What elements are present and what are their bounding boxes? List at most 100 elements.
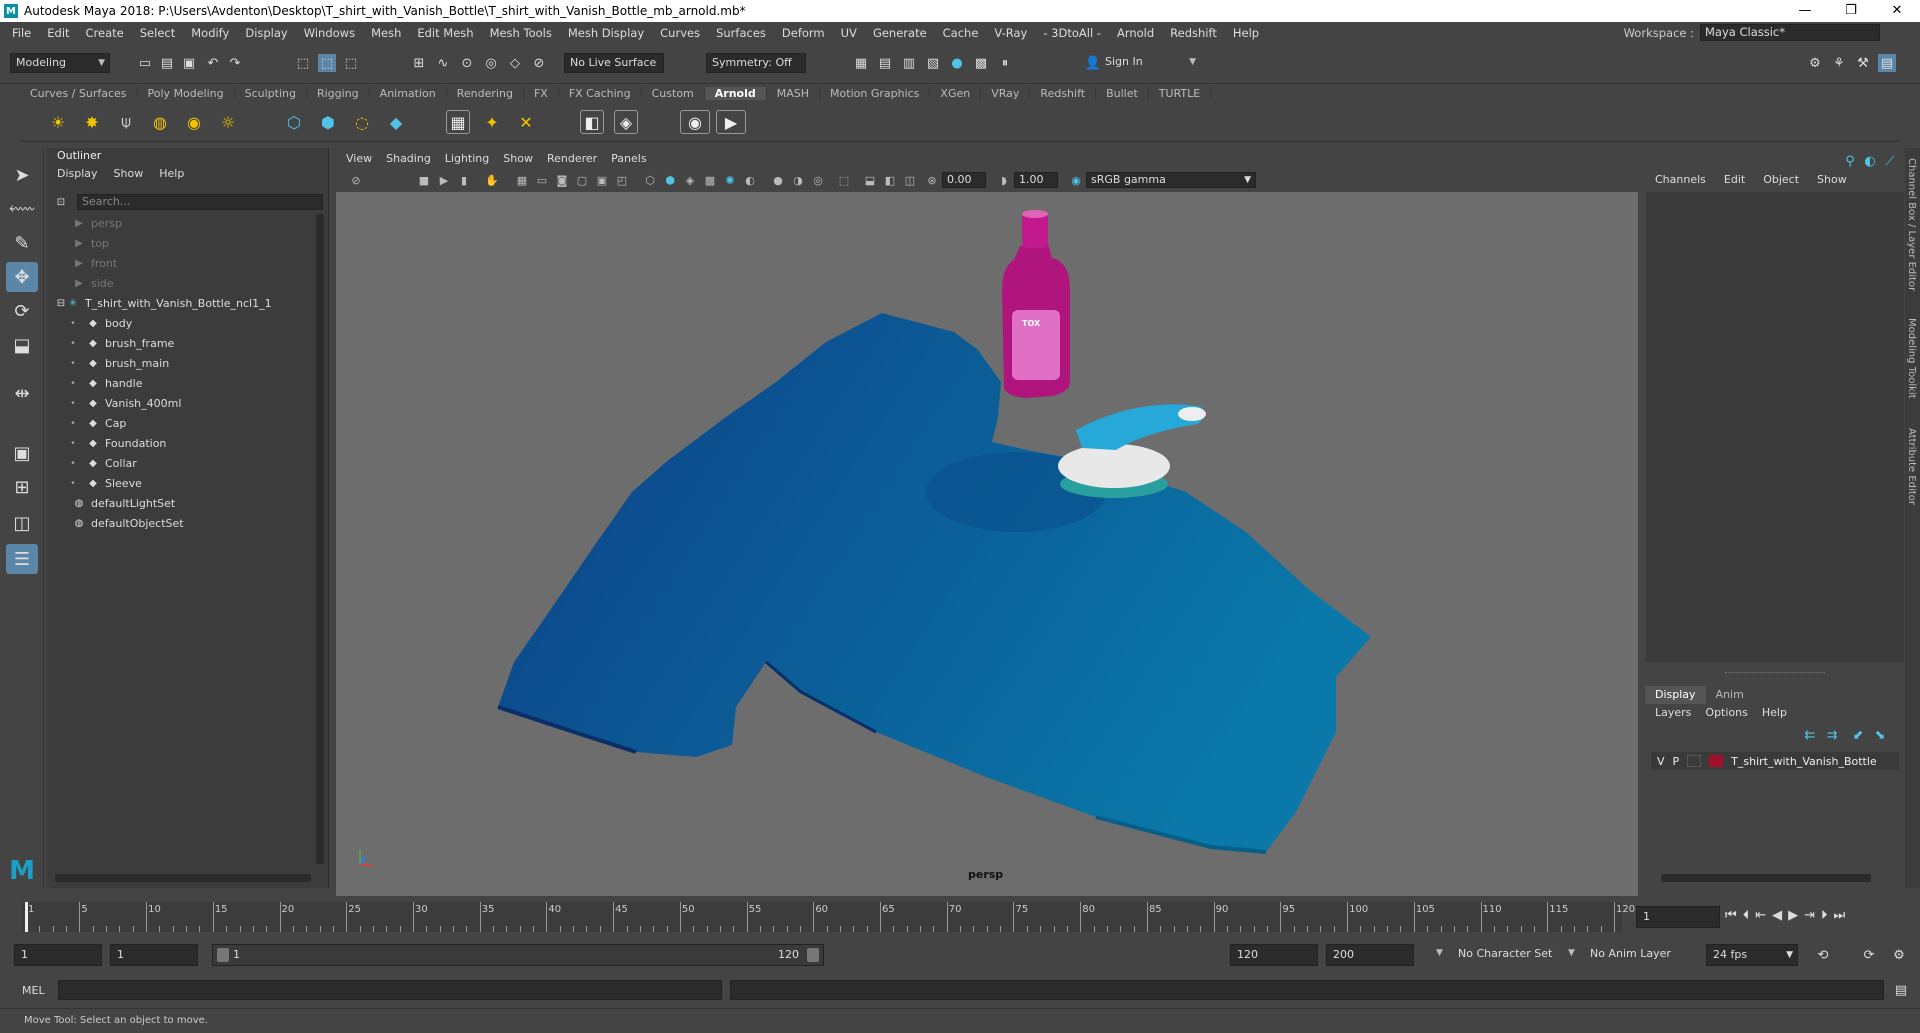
outliner-menu-help[interactable]: Help [159,167,184,180]
flush-cache-icon[interactable]: ✕ [514,110,538,134]
volume-icon[interactable]: ◆ [384,110,408,134]
menu-help[interactable]: Help [1225,26,1267,40]
mel-input[interactable] [58,980,722,1000]
shelf-tab-animation[interactable]: Animation [370,86,447,100]
mode-dropdown[interactable]: Modeling ▼ [10,53,110,73]
menu-mesh-tools[interactable]: Mesh Tools [482,26,560,40]
scale-tool-icon[interactable]: ⬓ [6,330,38,360]
last-tool-icon[interactable]: ⇹ [6,378,38,408]
move-tool-icon[interactable]: ✥ [6,262,38,292]
play-backwards-icon[interactable]: ◀ [1772,908,1782,923]
outliner-menu-display[interactable]: Display [57,167,98,180]
viewport-menu-show[interactable]: Show [503,152,533,168]
outliner-item[interactable]: • ◆ Foundation [53,434,313,454]
step-forward-frame-icon[interactable]: ⏵ [1821,908,1828,923]
render-view-icon[interactable]: ▦ [852,54,870,72]
menu-display[interactable]: Display [237,26,295,40]
bookmarks-icon[interactable]: ▶ [436,172,452,188]
menu-arnold[interactable]: Arnold [1109,26,1162,40]
single-perspective-view-icon[interactable]: ▣ [6,438,38,468]
outliner-item[interactable]: • ◆ Collar [53,454,313,474]
menu-mesh-display[interactable]: Mesh Display [560,26,652,40]
shelf-tab-vray[interactable]: VRay [981,86,1031,100]
step-back-key-icon[interactable]: ⇤ [1755,908,1766,923]
playback-start-field[interactable]: 1 [110,944,198,966]
exposure-field[interactable]: 0.00 [942,172,986,188]
curve-collector-icon[interactable]: ◌ [350,110,374,134]
resolution-gate-icon[interactable]: ▭ [534,172,550,188]
arnold-render-icon[interactable]: ▩ [972,54,990,72]
skydome-light-icon[interactable]: ◍ [148,110,172,134]
channel-menu-channels[interactable]: Channels [1655,173,1706,186]
workspace-dropdown[interactable]: Maya Classic* [1700,24,1880,41]
outliner-item[interactable]: ◍ defaultLightSet [53,494,313,514]
shelf-tab-poly-modeling[interactable]: Poly Modeling [138,86,235,100]
viewport-menu-shading[interactable]: Shading [386,152,431,168]
panel-splitter[interactable] [1725,672,1825,676]
outliner-item[interactable]: • ◆ body [53,314,313,334]
shadows-icon[interactable]: ◐ [742,172,758,188]
anti-aliasing-icon[interactable]: ◎ [810,172,826,188]
gamma-icon[interactable]: ◗ [996,172,1012,188]
menu-curves[interactable]: Curves [652,26,708,40]
new-scene-icon[interactable]: ▭ [136,54,154,72]
3d-viewport[interactable]: TOX persp [336,192,1638,896]
render-frame-icon[interactable]: ▤ [876,54,894,72]
outliner-menu-show[interactable]: Show [114,167,144,180]
outliner-item[interactable]: • ◆ brush_frame [53,334,313,354]
channel-box-area[interactable] [1646,192,1904,662]
standin-icon[interactable]: ⬡ [282,110,306,134]
layer-type-toggle[interactable] [1687,755,1702,767]
safe-action-icon[interactable]: ▣ [594,172,610,188]
shelf-tab-mash[interactable]: MASH [767,86,821,100]
menu-file[interactable]: File [4,26,39,40]
menu-generate[interactable]: Generate [865,26,935,40]
save-scene-icon[interactable]: ▣ [180,54,198,72]
current-frame-field[interactable]: 1 [1636,906,1720,928]
area-light-icon[interactable]: ☀ [46,110,70,134]
tool-settings-icon[interactable]: ⚒ [1854,54,1872,72]
current-time-marker[interactable] [25,902,28,932]
outliner-scrollbar[interactable] [316,214,324,864]
paint-select-tool-icon[interactable]: ✎ [6,228,38,258]
script-editor-icon[interactable]: ▤ [1892,981,1910,999]
maximize-button[interactable]: ❐ [1828,0,1874,22]
camera-attributes-icon[interactable]: ■ [416,172,432,188]
menu-v-ray[interactable]: V-Ray [986,26,1035,40]
menu-create[interactable]: Create [78,26,132,40]
menu-edit-mesh[interactable]: Edit Mesh [409,26,481,40]
lock-attributes-icon[interactable]: ⚲ [1841,152,1859,170]
light-portal-icon[interactable]: ◉ [182,110,206,134]
attribute-editor-side-tab[interactable]: Attribute Editor [1906,428,1917,505]
render-settings-icon[interactable]: ▧ [924,54,942,72]
motion-blur-icon[interactable]: ◑ [790,172,806,188]
film-gate-icon[interactable]: ▦ [514,172,530,188]
shelf-tab-fx[interactable]: FX [524,86,559,100]
play-forwards-icon[interactable]: ▶ [1788,908,1798,923]
start-time-field[interactable]: 1 [14,944,102,966]
channel-box-icon[interactable]: ▤ [1878,54,1896,72]
symmetry-dropdown[interactable]: Symmetry: Off [706,53,806,73]
sign-in-button[interactable]: Sign In ▼ [1100,53,1200,73]
gamma-field[interactable]: 1.00 [1014,172,1058,188]
filter-icon[interactable]: ⊡ [53,194,69,210]
texture-manager-icon[interactable]: ▦ [446,110,470,134]
outliner-item[interactable]: • ◆ handle [53,374,313,394]
scene-render[interactable]: TOX [336,192,1638,896]
modeling-toolkit-side-tab[interactable]: Modeling Toolkit [1906,318,1917,399]
four-view-icon[interactable]: ⊞ [6,472,38,502]
channel-box-side-tab[interactable]: Channel Box / Layer Editor [1906,158,1917,291]
ambient-occlusion-icon[interactable]: ● [770,172,786,188]
camera-select-icon[interactable]: ⊘ [348,172,364,188]
smooth-shade-icon[interactable]: ⬢ [662,172,678,188]
outliner-item[interactable]: • ◆ Sleeve [53,474,313,494]
outliner-item[interactable]: ⊟ ✳ T_shirt_with_Vanish_Bottle_ncl1_1 [53,294,313,314]
shelf-tab-turtle[interactable]: TURTLE [1149,86,1212,100]
snap-to-point-icon[interactable]: ⊙ [458,54,476,72]
viewport-menu-panels[interactable]: Panels [611,152,646,168]
photometric-light-icon[interactable]: ⍦ [114,110,138,134]
outliner-item[interactable]: ▶ top [53,234,313,254]
layer-tab-anim[interactable]: Anim [1706,686,1754,704]
channel-menu-edit[interactable]: Edit [1724,173,1745,186]
channel-menu-object[interactable]: Object [1763,173,1799,186]
